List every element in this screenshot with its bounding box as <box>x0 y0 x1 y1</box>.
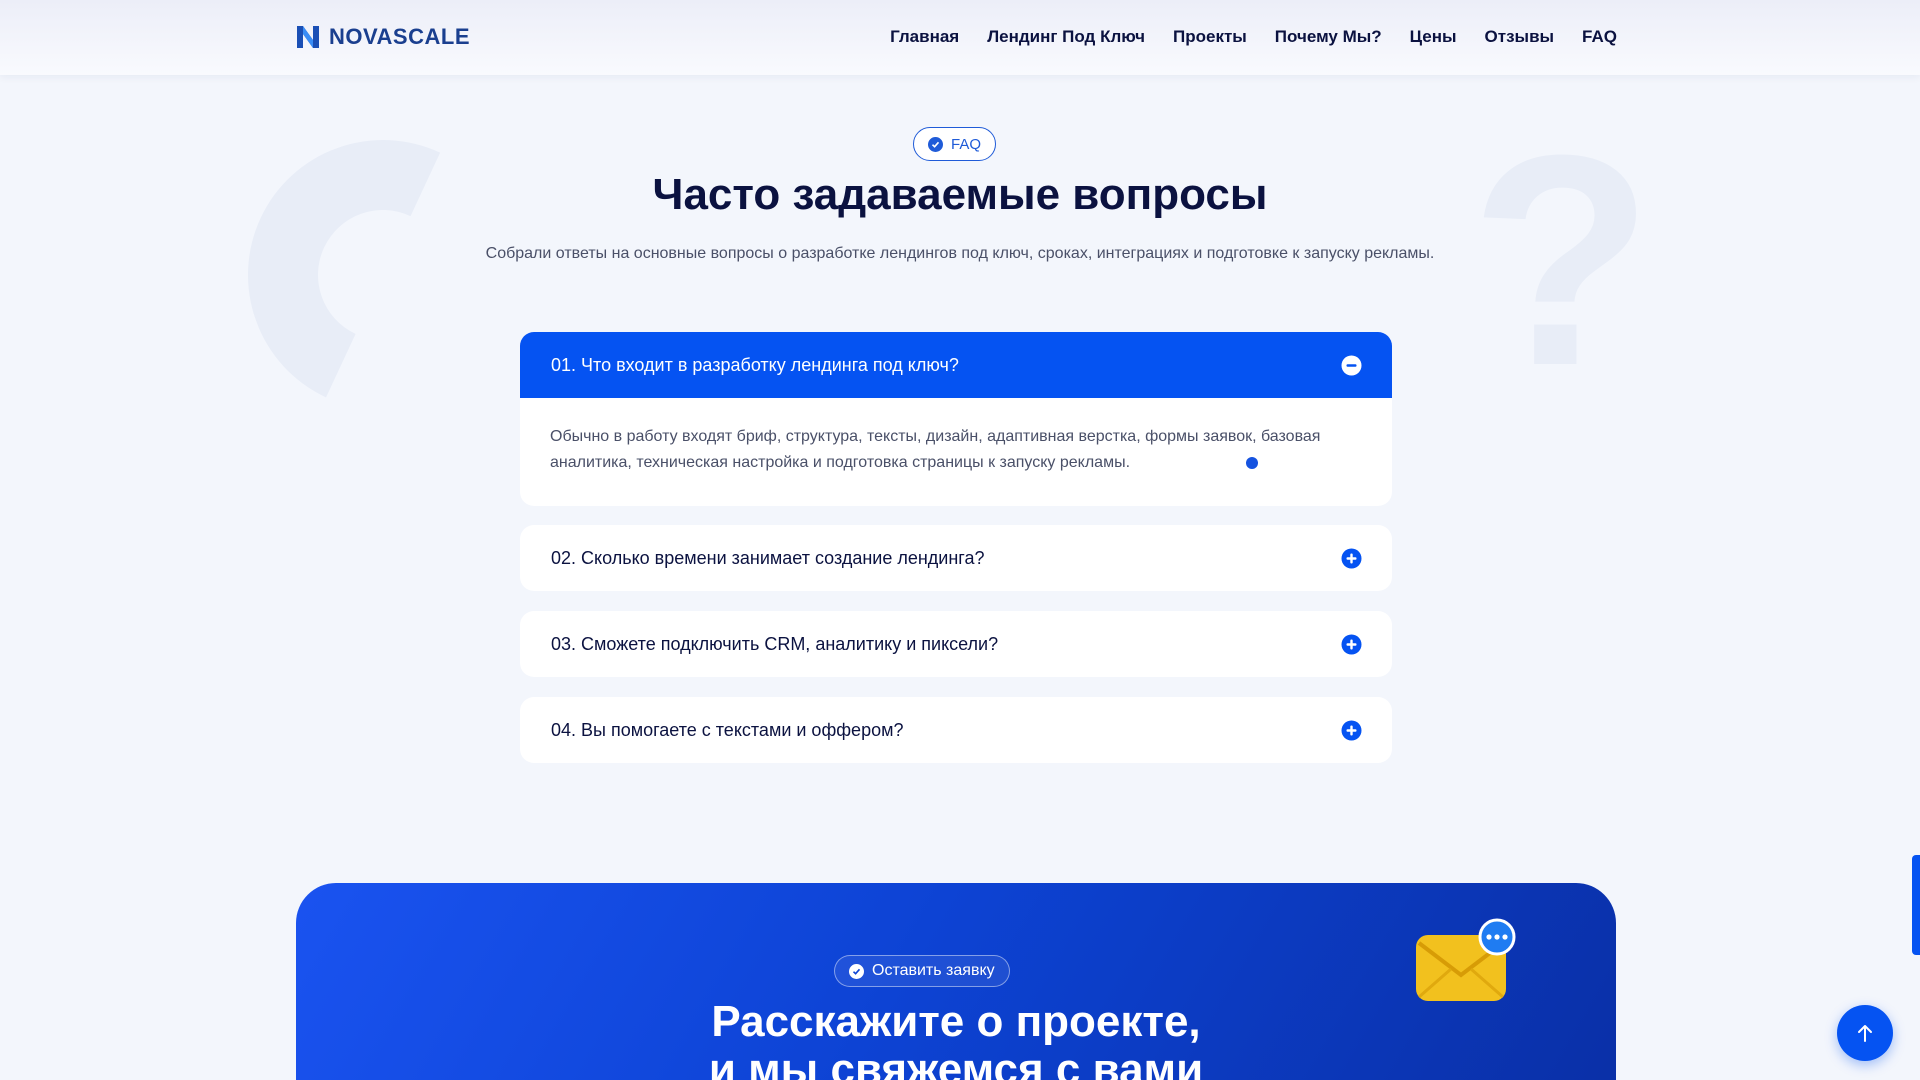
faq-question-3[interactable]: 03. Сможете подключить CRM, аналитику и … <box>520 611 1392 677</box>
faq-item: 01. Что входит в разработку лендинга под… <box>520 332 1392 506</box>
plus-circle-icon[interactable] <box>1341 634 1362 655</box>
faq-question-text: 04. Вы помогаете с текстами и оффером? <box>551 719 904 740</box>
nav-link-home[interactable]: Главная <box>890 27 959 47</box>
nav-link-prices[interactable]: Цены <box>1410 27 1457 47</box>
faq-badge-label: FAQ <box>951 135 982 153</box>
faq-title: Часто задаваемые вопросы <box>652 170 1268 219</box>
faq-subtitle: Собрали ответы на основные вопросы о раз… <box>485 245 1435 262</box>
faq-question-text: 03. Сможете подключить CRM, аналитику и … <box>551 633 999 654</box>
check-icon <box>849 963 864 979</box>
plus-circle-icon[interactable] <box>1341 720 1362 741</box>
faq-answer-1: Обычно в работу входят бриф, структура, … <box>550 428 1321 471</box>
site-header: NOVASCALE Главная Лендинг Под Ключ Проек… <box>0 0 1920 75</box>
minus-circle-icon[interactable] <box>1341 355 1362 376</box>
envelope-icon <box>1411 913 1521 1018</box>
faq-question-2[interactable]: 02. Сколько времени занимает создание ле… <box>520 525 1392 591</box>
faq-question-text: 01. Что входит в разработку лендинга под… <box>551 354 959 375</box>
cta-title-line-1: Расскажите о проекте, <box>711 997 1201 1046</box>
contact-cta-section: Оставить заявку Расскажите о проекте, и … <box>296 883 1616 1080</box>
nav-link-landing[interactable]: Лендинг Под Ключ <box>987 27 1145 47</box>
check-icon <box>928 136 943 152</box>
faq-question-4[interactable]: 04. Вы помогаете с текстами и оффером? <box>520 697 1392 763</box>
faq-item-3: 03. Сможете подключить CRM, аналитику и … <box>520 611 1392 677</box>
faq-badge: FAQ <box>913 127 997 161</box>
faq-item: 03. Сможете подключить CRM, аналитику и … <box>520 611 1392 677</box>
side-tab[interactable] <box>1912 855 1920 955</box>
faq-item-4: 04. Вы помогаете с текстами и оффером? <box>520 697 1392 763</box>
main-nav: Главная Лендинг Под Ключ Проекты Почему … <box>890 27 1617 47</box>
cursor-dot <box>1246 457 1258 469</box>
logo-icon <box>295 24 321 50</box>
nav-link-reviews[interactable]: Отзывы <box>1485 27 1555 47</box>
faq-item-1: 01. Что входит в разработку лендинга под… <box>520 332 1392 506</box>
nav-link-projects[interactable]: Проекты <box>1173 27 1247 47</box>
faq-question-text: 02. Сколько времени занимает создание ле… <box>551 547 985 568</box>
cta-title-line-2: и мы свяжемся с вами <box>708 1045 1204 1080</box>
logo[interactable]: NOVASCALE <box>295 24 470 50</box>
cta-badge: Оставить заявку <box>834 955 1010 987</box>
plus-circle-icon[interactable] <box>1341 548 1362 569</box>
cta-badge-label: Оставить заявку <box>872 962 995 979</box>
arrow-up-icon <box>1858 1025 1872 1042</box>
decorative-arc <box>209 101 557 449</box>
scroll-to-top-button[interactable] <box>1837 1005 1893 1061</box>
faq-item: 04. Вы помогаете с текстами и оффером? <box>520 697 1392 763</box>
faq-question-1[interactable]: 01. Что входит в разработку лендинга под… <box>520 332 1392 398</box>
nav-link-why-us[interactable]: Почему Мы? <box>1275 27 1382 47</box>
faq-item-2: 02. Сколько времени занимает создание ле… <box>520 525 1392 591</box>
faq-item: 02. Сколько времени занимает создание ле… <box>520 525 1392 591</box>
nav-link-faq[interactable]: FAQ <box>1582 27 1617 47</box>
logo-text: NOVASCALE <box>329 24 470 49</box>
